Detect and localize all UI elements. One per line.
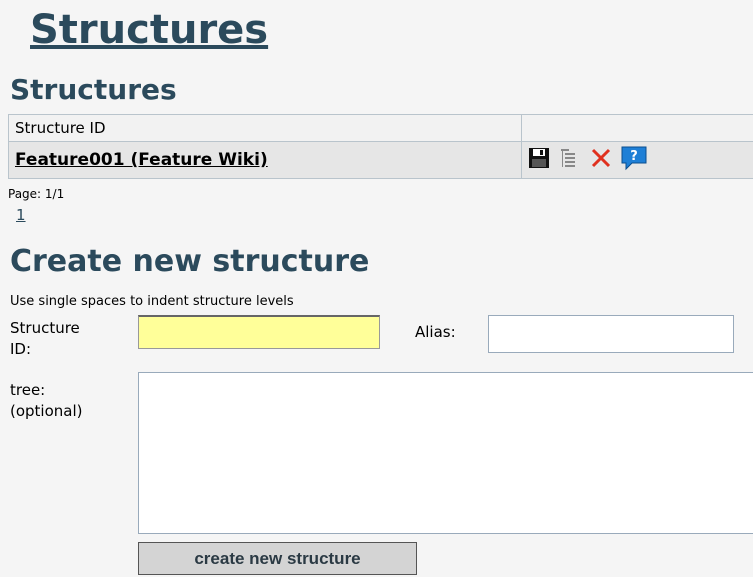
pager-page-link[interactable]: 1 [16, 206, 26, 224]
indent-hint: Use single spaces to indent structure le… [10, 294, 294, 309]
actions-cell: ? [521, 141, 753, 179]
help-icon[interactable]: ? [620, 145, 648, 175]
table-row: Feature001 (Feature Wiki) ? [8, 141, 753, 179]
tree-textarea[interactable] [138, 372, 753, 534]
structure-id-label-line1: Structure [10, 319, 80, 337]
tree-label-line2: (optional) [10, 402, 83, 420]
structures-table: Structure ID Feature001 (Feature Wiki) ? [8, 114, 753, 179]
alias-input[interactable] [488, 315, 734, 353]
structures-section-title: Structures [10, 73, 177, 106]
tree-icon[interactable] [559, 146, 581, 174]
create-structure-button[interactable]: create new structure [138, 542, 417, 575]
delete-icon[interactable] [590, 147, 612, 173]
create-section-title: Create new structure [10, 244, 370, 279]
alias-label: Alias: [415, 323, 456, 341]
structure-name-cell: Feature001 (Feature Wiki) [8, 141, 522, 179]
table-header-row: Structure ID [8, 114, 753, 142]
structure-id-label-line2: ID: [10, 340, 32, 358]
structure-id-input[interactable] [138, 315, 380, 349]
pager-label: Page: 1/1 [8, 187, 65, 201]
structure-id-column-header: Structure ID [8, 114, 522, 142]
tree-label-line1: tree: [10, 381, 46, 399]
svg-text:?: ? [631, 149, 639, 164]
structure-link[interactable]: Feature001 (Feature Wiki) [15, 150, 268, 170]
actions-column-header [521, 114, 753, 142]
save-icon[interactable] [528, 147, 550, 173]
page-title: Structures [30, 7, 269, 53]
